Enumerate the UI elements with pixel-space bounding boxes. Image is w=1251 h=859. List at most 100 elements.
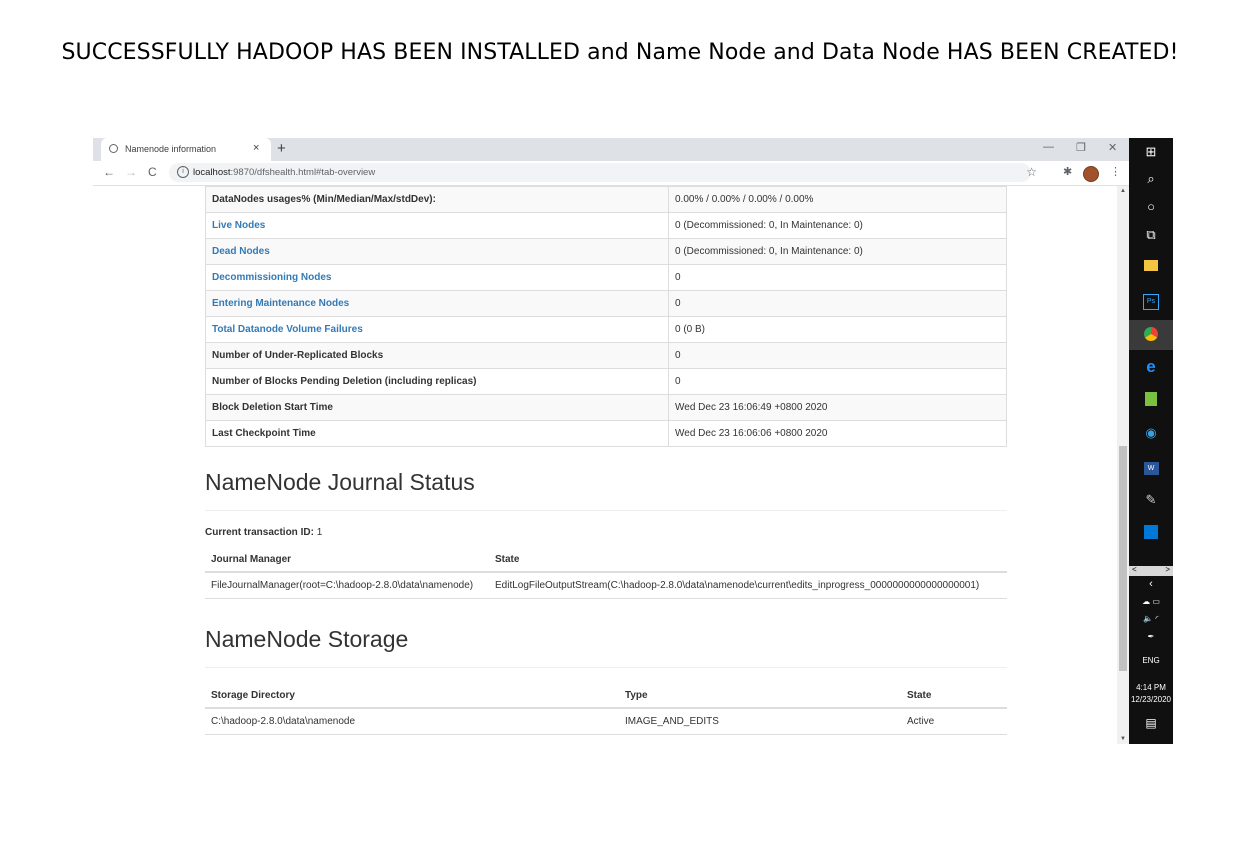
journal-heading: NameNode Journal Status bbox=[205, 469, 475, 495]
table-row: FileJournalManager(root=C:\hadoop-2.8.0\… bbox=[205, 572, 1007, 599]
page-content: DataNodes usages% (Min/Median/Max/stdDev… bbox=[93, 186, 1117, 744]
table-cell: FileJournalManager(root=C:\hadoop-2.8.0\… bbox=[205, 572, 489, 599]
summary-row: Last Checkpoint Time Wed Dec 23 16:06:06 … bbox=[205, 420, 1007, 447]
summary-value: Wed Dec 23 16:06:49 +0800 2020 bbox=[668, 394, 1007, 421]
browser-tab[interactable]: Namenode information × bbox=[101, 138, 271, 161]
file-explorer-icon[interactable] bbox=[1129, 259, 1173, 274]
summary-value: 0 (Decommissioned: 0, In Maintenance: 0) bbox=[668, 238, 1007, 265]
star-icon[interactable]: ☆ bbox=[1026, 165, 1037, 179]
summary-value: 0 bbox=[668, 264, 1007, 291]
menu-icon[interactable]: ⋮ bbox=[1110, 165, 1121, 178]
scroll-up-icon[interactable]: ▲ bbox=[1120, 188, 1126, 194]
task-view-icon[interactable]: ⧉ bbox=[1129, 227, 1173, 243]
minimize-icon[interactable]: — bbox=[1043, 141, 1054, 153]
transaction-id: Current transaction ID: 1 bbox=[205, 527, 323, 538]
summary-row: Block Deletion Start Time Wed Dec 23 16:0… bbox=[205, 394, 1007, 421]
summary-value: Wed Dec 23 16:06:06 +0800 2020 bbox=[668, 420, 1007, 447]
pen-icon[interactable]: ✒ bbox=[1129, 632, 1173, 641]
paint-icon[interactable]: ✎ bbox=[1129, 492, 1173, 508]
summary-table: DataNodes usages% (Min/Median/Max/stdDev… bbox=[205, 186, 1007, 447]
close-window-icon[interactable]: ✕ bbox=[1108, 141, 1117, 154]
cortana-icon[interactable]: ○ bbox=[1129, 199, 1173, 214]
clock-date[interactable]: 12/23/2020 bbox=[1129, 695, 1173, 704]
edge-icon[interactable]: e bbox=[1129, 357, 1173, 377]
browser-window: Namenode information × + — ❐ ✕ ← → C i l… bbox=[93, 138, 1129, 744]
summary-value: 0.00% / 0.00% / 0.00% / 0.00% bbox=[668, 186, 1007, 213]
notification-icon[interactable]: ▤ bbox=[1129, 716, 1173, 730]
summary-link[interactable]: Live Nodes bbox=[205, 212, 669, 239]
search-icon[interactable]: ⌕ bbox=[1129, 171, 1173, 187]
chrome-icon[interactable] bbox=[1129, 320, 1173, 350]
globe-icon bbox=[109, 144, 118, 153]
journal-table: Journal Manager State FileJournalManager… bbox=[205, 547, 1007, 599]
summary-row: Decommissioning Nodes 0 bbox=[205, 264, 1007, 291]
table-row: C:\hadoop-2.8.0\data\namenode IMAGE_AND_… bbox=[205, 708, 1007, 735]
table-cell: Active bbox=[901, 708, 1007, 735]
storage-heading: NameNode Storage bbox=[205, 626, 409, 652]
summary-row: Dead Nodes 0 (Decommissioned: 0, In Maint… bbox=[205, 238, 1007, 265]
forward-icon[interactable]: → bbox=[125, 165, 137, 179]
summary-link[interactable]: Total Datanode Volume Failures bbox=[205, 316, 669, 343]
summary-value: 0 bbox=[668, 368, 1007, 395]
column-header: State bbox=[901, 683, 1007, 709]
column-header: Journal Manager bbox=[205, 547, 489, 573]
summary-label: Number of Blocks Pending Deletion (inclu… bbox=[205, 368, 669, 395]
scroll-down-icon[interactable]: ▼ bbox=[1120, 736, 1126, 742]
table-cell: IMAGE_AND_EDITS bbox=[619, 708, 901, 735]
summary-value: 0 (0 B) bbox=[668, 316, 1007, 343]
summary-label: Number of Under-Replicated Blocks bbox=[205, 342, 669, 369]
tab-title: Namenode information bbox=[125, 144, 217, 154]
clock-time[interactable]: 4:14 PM bbox=[1129, 683, 1173, 692]
notepad-icon[interactable] bbox=[1129, 392, 1173, 409]
summary-label: Block Deletion Start Time bbox=[205, 394, 669, 421]
word-icon[interactable]: W bbox=[1129, 458, 1173, 475]
summary-value: 0 bbox=[668, 290, 1007, 317]
column-header: State bbox=[489, 547, 1007, 573]
storage-table: Storage Directory Type State C:\hadoop-2… bbox=[205, 683, 1007, 735]
summary-row: Number of Blocks Pending Deletion (inclu… bbox=[205, 368, 1007, 395]
reload-icon[interactable]: C bbox=[148, 165, 157, 179]
language-indicator[interactable]: ENG bbox=[1129, 656, 1173, 665]
scroll-thumb[interactable] bbox=[1119, 446, 1127, 671]
vertical-scrollbar[interactable]: ▲ ▼ bbox=[1117, 186, 1129, 744]
summary-row: Total Datanode Volume Failures 0 (0 B) bbox=[205, 316, 1007, 343]
photos-icon[interactable] bbox=[1129, 525, 1173, 542]
summary-link[interactable]: Entering Maintenance Nodes bbox=[205, 290, 669, 317]
summary-row: Number of Under-Replicated Blocks 0 bbox=[205, 342, 1007, 369]
summary-row: Entering Maintenance Nodes 0 bbox=[205, 290, 1007, 317]
summary-label: DataNodes usages% (Min/Median/Max/stdDev… bbox=[205, 186, 669, 213]
table-cell: EditLogFileOutputStream(C:\hadoop-2.8.0\… bbox=[489, 572, 1007, 599]
summary-link[interactable]: Decommissioning Nodes bbox=[205, 264, 669, 291]
table-cell: C:\hadoop-2.8.0\data\namenode bbox=[205, 708, 619, 735]
column-header: Storage Directory bbox=[205, 683, 619, 709]
onedrive-battery-icon[interactable]: ☁ ▭ bbox=[1129, 597, 1173, 606]
windows-taskbar: ⊞ ⌕ ○ ⧉ Ps e ◉ W ✎ < > ‹ ☁ ▭ 🔈 ◜ ✒ ENG 4:… bbox=[1129, 138, 1173, 744]
tab-close-icon[interactable]: × bbox=[253, 142, 259, 154]
site-info-icon[interactable]: i bbox=[177, 166, 189, 178]
url-text[interactable]: localhost:9870/dfshealth.html#tab-overvi… bbox=[193, 167, 375, 178]
browser-toolbar: ← → C i localhost:9870/dfshealth.html#ta… bbox=[93, 161, 1129, 186]
extensions-icon[interactable]: ✱ bbox=[1063, 165, 1072, 178]
headline: SUCCESSFULLY HADOOP HAS BEEN INSTALLED a… bbox=[61, 40, 1179, 65]
back-icon[interactable]: ← bbox=[103, 165, 115, 179]
address-bar[interactable]: i localhost:9870/dfshealth.html#tab-over… bbox=[169, 163, 1037, 182]
divider bbox=[205, 667, 1007, 668]
summary-label: Last Checkpoint Time bbox=[205, 420, 669, 447]
summary-value: 0 bbox=[668, 342, 1007, 369]
photoshop-icon[interactable]: Ps bbox=[1129, 291, 1173, 310]
show-hidden-icons[interactable]: ‹ bbox=[1129, 578, 1173, 590]
internet-explorer-icon[interactable]: ◉ bbox=[1129, 425, 1173, 441]
volume-wifi-icon[interactable]: 🔈 ◜ bbox=[1129, 614, 1173, 623]
restore-icon[interactable]: ❐ bbox=[1076, 141, 1086, 154]
profile-avatar[interactable] bbox=[1083, 166, 1099, 182]
new-tab-button[interactable]: + bbox=[277, 140, 286, 157]
summary-link[interactable]: Dead Nodes bbox=[205, 238, 669, 265]
tray-scroll[interactable]: < > bbox=[1129, 565, 1173, 576]
summary-value: 0 (Decommissioned: 0, In Maintenance: 0) bbox=[668, 212, 1007, 239]
column-header: Type bbox=[619, 683, 901, 709]
windows-start-icon[interactable]: ⊞ bbox=[1129, 144, 1173, 160]
divider bbox=[205, 510, 1007, 511]
tab-strip: Namenode information × + — ❐ ✕ bbox=[93, 138, 1129, 161]
summary-row: Live Nodes 0 (Decommissioned: 0, In Maint… bbox=[205, 212, 1007, 239]
summary-row: DataNodes usages% (Min/Median/Max/stdDev… bbox=[205, 186, 1007, 213]
